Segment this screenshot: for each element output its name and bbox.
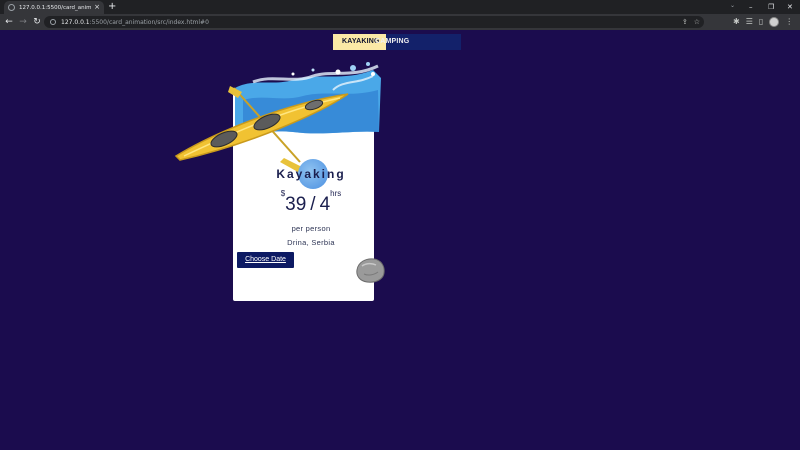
reload-icon[interactable]: ↻	[30, 14, 44, 30]
url-text: 127.0.0.1:5500/card_animation/src/index.…	[61, 19, 209, 26]
rock-image	[356, 258, 385, 283]
minimize-button[interactable]: –	[749, 1, 753, 13]
price-duration: 4	[319, 194, 331, 215]
browser-tab-strip: 127.0.0.1:5500/card_animation/s × + ⌄ – …	[0, 0, 800, 14]
kayak-image	[174, 86, 349, 172]
browser-tab[interactable]: 127.0.0.1:5500/card_animation/s ×	[4, 1, 104, 14]
price-amount: 39	[285, 194, 307, 215]
globe-icon	[8, 4, 15, 11]
location-text: Drina, Serbia	[287, 238, 335, 247]
tab-search-icon[interactable]: ⌄	[730, 2, 735, 9]
puzzle-icon[interactable]: ✱	[733, 14, 740, 30]
arrow-right-icon[interactable]: →	[16, 14, 30, 30]
browser-toolbar: ← → ↻ 127.0.0.1:5500/card_animation/src/…	[0, 14, 800, 30]
url-host: 127.0.0.1	[61, 18, 90, 26]
tab-close-icon[interactable]: ×	[94, 4, 100, 11]
url-path: :5500/card_animation/src/index.html#0	[89, 18, 209, 26]
tab-camping[interactable]: CAMPING	[375, 34, 409, 50]
new-tab-button[interactable]: +	[108, 1, 116, 13]
card-title: Kayaking	[276, 167, 346, 181]
avatar[interactable]	[769, 17, 780, 27]
restore-button[interactable]: ❐	[768, 1, 774, 13]
price-unit: hrs	[330, 188, 342, 198]
kebab-menu-icon[interactable]: ⋮	[785, 14, 793, 30]
playlist-icon[interactable]: ☰	[746, 14, 753, 30]
category-tabs: KAYAKING CAMPING	[333, 34, 461, 50]
info-icon[interactable]	[50, 19, 56, 25]
star-icon[interactable]: ☆	[694, 16, 700, 28]
price-currency: $	[280, 188, 286, 198]
sidebar-icon[interactable]: ▯	[759, 14, 763, 30]
close-window-button[interactable]: ✕	[787, 1, 793, 13]
arrow-left-icon[interactable]: ←	[2, 14, 16, 30]
choose-date-button[interactable]: Choose Date	[237, 252, 294, 268]
price: $39/4hrs	[280, 188, 342, 215]
tab-title: 127.0.0.1:5500/card_animation/s	[19, 4, 92, 11]
address-bar[interactable]: 127.0.0.1:5500/card_animation/src/index.…	[44, 16, 704, 28]
per-person-text: per person	[291, 224, 331, 233]
share-icon[interactable]: ⇪	[682, 16, 688, 28]
